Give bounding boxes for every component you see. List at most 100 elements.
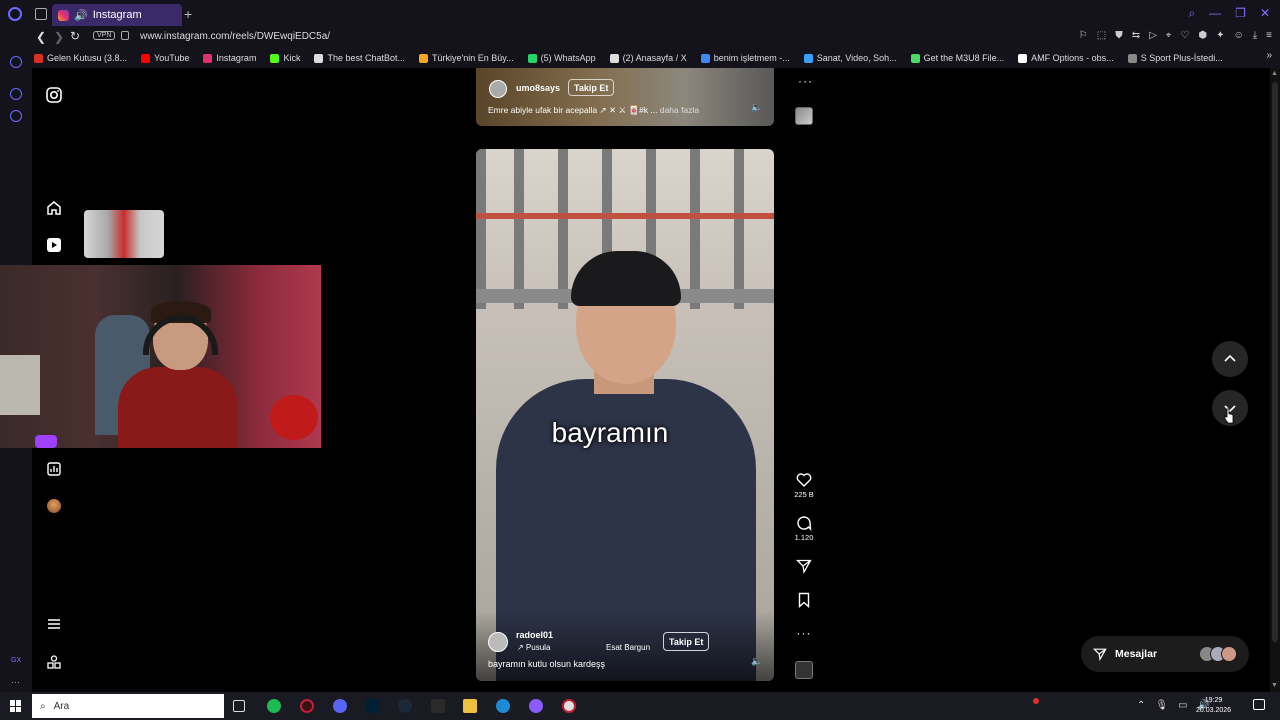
pin-icon[interactable]: ⌖ [1166,30,1172,41]
forward-icon[interactable]: ❯ [54,30,64,44]
reel-caption[interactable]: bayramın kutlu olsun kardeşş [488,659,605,669]
extension-icon[interactable]: ⬢ [1198,30,1207,41]
bookmark-item[interactable]: (2) Anasayfa / X [609,53,687,63]
audio-thumbnail[interactable] [795,661,813,679]
bookmark-item[interactable]: Gelen Kutusu (3.8... [34,53,127,63]
bookmark-favicon-icon [203,53,213,63]
reels-icon[interactable] [45,236,63,254]
vpn-badge[interactable]: VPN [93,31,116,40]
more-options-icon[interactable]: ··· [798,74,813,88]
download-icon[interactable]: ⤓ [1253,30,1257,41]
bookmark-item[interactable]: (5) WhatsApp [527,53,596,63]
search-icon[interactable]: ⌕ [1188,6,1195,21]
mute-icon[interactable]: 🔈 [751,102,762,113]
tab-workspace-icon[interactable] [35,8,47,20]
shield-icon[interactable]: ⛊ [1115,30,1123,41]
reel-username[interactable]: umo8says [516,83,560,93]
spotify-icon[interactable] [267,699,281,713]
bookmark-item[interactable]: Türkiye'nin En Büy... [419,53,514,63]
gx-control-icon[interactable]: GX [11,657,21,664]
sidebar-history-icon[interactable] [10,88,22,100]
epic-games-icon[interactable] [431,699,445,713]
back-icon[interactable]: ❮ [36,30,46,44]
discord-icon[interactable] [333,699,347,713]
audio-artist[interactable]: Esat Bargun [606,643,650,652]
file-explorer-icon[interactable] [463,699,477,713]
also-from-meta-icon[interactable] [45,653,63,671]
profile-avatar[interactable] [47,499,61,513]
tab-instagram[interactable]: 🔊 Instagram [52,4,182,26]
bookmarks-more-icon[interactable]: » [1266,50,1272,61]
reel-previous-video[interactable] [476,68,774,126]
opera-gx-icon[interactable] [300,699,314,713]
like-button[interactable]: 225 B [788,472,820,499]
reload-icon[interactable]: ↻ [70,29,80,43]
scroll-down-arrow-icon[interactable]: ▼ [1271,682,1278,689]
bookmark-item[interactable]: Instagram [203,53,256,63]
follow-button[interactable]: Takip Et [663,632,710,651]
previous-reel-button[interactable] [1212,341,1248,377]
home-icon[interactable] [45,199,63,217]
mute-icon[interactable]: 🔈 [751,656,762,667]
photoshop-icon[interactable] [366,699,380,713]
windows-start-icon[interactable] [10,700,22,712]
opera-logo-icon[interactable] [8,7,22,21]
url-field[interactable]: www.instagram.com/reels/DWEwqiEDC5a/ [140,31,330,42]
avatar[interactable] [489,80,507,98]
more-options-icon[interactable]: ··· [788,626,820,640]
messages-button[interactable]: Mesajlar [1081,636,1249,672]
bookmark-item[interactable]: Kick [270,53,300,63]
microphone-icon[interactable]: 🎙 [1155,700,1168,711]
steam-icon[interactable] [398,699,412,713]
reel-caption[interactable]: Emre abiyle ufak bir acepalla ↗ ✕ ⚔ 🀄#k … [488,105,699,116]
scroll-up-arrow-icon[interactable]: ▲ [1271,70,1278,77]
sidebar-home-icon[interactable] [10,56,22,68]
lock-icon[interactable] [121,31,129,40]
opera-icon[interactable] [529,699,543,713]
puzzle-icon[interactable]: ✦ [1216,30,1224,41]
close-icon[interactable]: ✕ [1260,6,1270,21]
restore-icon[interactable]: ❐ [1235,6,1246,21]
save-button[interactable] [788,592,820,608]
task-view-icon[interactable] [233,700,245,712]
avatar[interactable] [488,632,508,652]
network-icon[interactable]: ▭ [1178,700,1187,711]
taskbar-search-input[interactable]: ⌕ Ara [32,694,224,718]
taskbar-clock[interactable]: 19:29 20.03.2026 [1196,696,1231,716]
edge-icon[interactable] [496,699,510,713]
bookmark-item[interactable]: YouTube [141,53,189,63]
menu-icon[interactable]: ≡ [1266,30,1272,41]
bookmark-icon[interactable]: ⚐ [1079,30,1088,41]
translate-icon[interactable]: ⇆ [1132,30,1140,41]
share-button[interactable] [788,558,820,574]
sidebar-settings-icon[interactable] [10,110,22,122]
bookmark-item[interactable]: benim işletmem -... [700,53,790,63]
reel-video[interactable]: bayramın [476,149,774,681]
audio-link[interactable]: ↗ Pusula [517,643,550,652]
sidebar-more-icon[interactable]: ··· [11,677,20,687]
comment-button[interactable]: 1.120 [788,515,820,542]
instagram-logo-icon[interactable] [45,86,63,104]
caption-more-link[interactable]: daha fazla [660,105,699,115]
more-menu-icon[interactable] [45,615,63,633]
heart-icon[interactable]: ♡ [1180,30,1189,41]
bookmark-label: Türkiye'nin En Büy... [432,53,514,63]
audio-thumbnail[interactable] [795,107,813,125]
minimize-icon[interactable]: — [1209,6,1221,21]
reel-username[interactable]: radoel01 [516,630,553,640]
obs-icon[interactable] [562,699,576,713]
follow-button[interactable]: Takip Et [568,79,615,96]
notification-center-icon[interactable] [1253,699,1265,710]
profile-icon[interactable]: ☺ [1234,30,1244,41]
bookmark-item[interactable]: Get the M3U8 File... [910,53,1004,63]
chevron-up-icon[interactable]: ⌃ [1137,700,1145,711]
scroll-thumb[interactable] [1272,82,1278,642]
bookmark-item[interactable]: S Sport Plus-İstedi... [1127,53,1223,63]
bookmark-item[interactable]: Sanat, Video, Soh... [803,53,897,63]
snapshot-icon[interactable]: ⬚ [1097,30,1106,41]
player-icon[interactable]: ▷ [1149,30,1157,41]
bookmark-item[interactable]: AMF Options - obs... [1018,53,1114,63]
bookmark-item[interactable]: The best ChatBot... [314,53,405,63]
new-tab-button[interactable]: + [184,6,192,22]
insights-icon[interactable] [45,460,63,478]
